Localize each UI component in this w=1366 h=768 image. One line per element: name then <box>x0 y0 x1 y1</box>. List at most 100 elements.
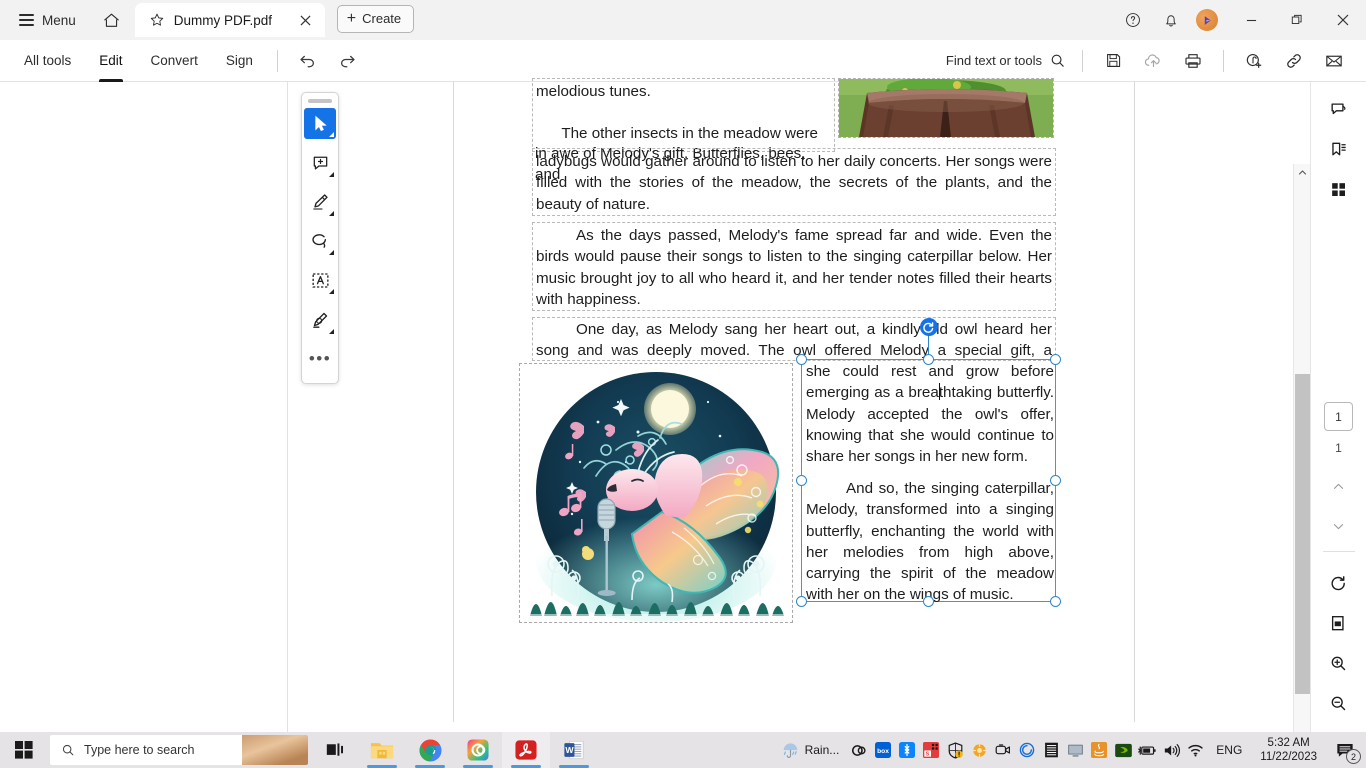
tool-dropdown-corner[interactable] <box>329 132 334 138</box>
resize-handle-middle-right[interactable] <box>1050 474 1061 486</box>
tray-snagit[interactable]: S <box>919 732 943 768</box>
lasso-tool-button[interactable] <box>304 226 336 257</box>
restore-button[interactable] <box>1274 0 1320 40</box>
tray-wifi[interactable] <box>1183 732 1207 768</box>
rotate-page-button[interactable] <box>1322 566 1356 600</box>
scrollbar-thumb[interactable] <box>1295 374 1310 694</box>
tray-cortana[interactable] <box>1015 732 1039 768</box>
taskbar-search-placeholder: Type here to search <box>84 743 195 757</box>
text-block-2[interactable]: ladybugs would gather around to listen t… <box>532 148 1056 216</box>
taskbar-app-acrobat[interactable] <box>502 732 550 768</box>
page-number-input[interactable]: 1 <box>1324 402 1353 431</box>
tray-nvidia[interactable] <box>1111 732 1135 768</box>
tray-bluetooth[interactable] <box>895 732 919 768</box>
draw-tool-button[interactable] <box>304 304 336 335</box>
save-button[interactable] <box>1097 45 1129 77</box>
tool-dropdown-corner-2[interactable] <box>329 171 334 177</box>
page-total-label: 1 <box>1335 441 1342 455</box>
minimize-button[interactable] <box>1228 0 1274 40</box>
resize-handle-bottom-left[interactable] <box>796 596 807 607</box>
star-icon[interactable] <box>149 12 165 28</box>
tab-close-button[interactable] <box>295 9 317 31</box>
avatar[interactable] <box>1196 9 1218 31</box>
email-button[interactable] <box>1318 45 1350 77</box>
close-window-button[interactable] <box>1320 0 1366 40</box>
tray-creative-cloud[interactable] <box>847 732 871 768</box>
resize-handle-middle-left[interactable] <box>796 474 807 486</box>
select-tool-button[interactable] <box>304 107 336 140</box>
tool-palette[interactable]: ••• <box>301 92 339 384</box>
more-tools-button[interactable]: ••• <box>304 344 336 375</box>
create-button[interactable]: + Create <box>336 4 415 33</box>
selected-text-box[interactable]: she could rest and grow before emerging … <box>796 318 1061 607</box>
resize-handle-top-left[interactable] <box>796 354 807 365</box>
tool-dropdown-corner-6[interactable] <box>329 328 334 334</box>
text-block-4[interactable]: One day, as Melody sang her heart out, a… <box>532 317 1056 381</box>
find-search-button[interactable]: Find text or tools <box>940 48 1072 73</box>
help-button[interactable] <box>1117 4 1149 36</box>
tray-orange-dot[interactable] <box>967 732 991 768</box>
notifications-button[interactable] <box>1155 4 1187 36</box>
previous-page-button[interactable] <box>1322 469 1356 503</box>
tray-volume[interactable] <box>1159 732 1183 768</box>
fit-page-button[interactable] <box>1322 606 1356 640</box>
page-thumbnails-button[interactable] <box>1322 172 1356 206</box>
next-page-button[interactable] <box>1322 509 1356 543</box>
taskbar-app-word[interactable]: W <box>550 732 598 768</box>
resize-handle-top-center[interactable] <box>922 354 934 365</box>
tray-display[interactable] <box>1063 732 1087 768</box>
tray-java[interactable] <box>1087 732 1111 768</box>
taskbar-search-box[interactable]: Type here to search <box>50 735 308 765</box>
undo-button[interactable] <box>292 45 324 77</box>
redo-button[interactable] <box>332 45 364 77</box>
menu-button[interactable]: Menu <box>10 8 85 33</box>
notification-center-button[interactable]: 2 <box>1326 732 1364 768</box>
scroll-up-button[interactable] <box>1294 164 1311 181</box>
bookmark-panel-button[interactable] <box>1322 132 1356 166</box>
resize-handle-bottom-right[interactable] <box>1050 596 1061 607</box>
tab-edit[interactable]: Edit <box>85 40 136 82</box>
tool-dropdown-corner-4[interactable] <box>329 250 334 256</box>
taskbar-app-file-explorer[interactable] <box>358 732 406 768</box>
resize-handle-bottom-center[interactable] <box>922 596 934 607</box>
language-indicator[interactable]: ENG <box>1207 732 1251 768</box>
text-block-1[interactable]: melodious tunes. The other insects in th… <box>532 78 835 152</box>
resize-handle-top-right[interactable] <box>1050 354 1061 365</box>
tab-sign[interactable]: Sign <box>212 40 267 82</box>
home-button[interactable] <box>95 3 129 37</box>
taskbar-app-creative-cloud[interactable] <box>454 732 502 768</box>
tool-dropdown-corner-5[interactable] <box>329 289 334 295</box>
tray-box[interactable]: box <box>871 732 895 768</box>
butterfly-image[interactable] <box>519 363 793 623</box>
taskbar-app-chrome[interactable] <box>406 732 454 768</box>
palette-drag-grip[interactable] <box>308 99 332 103</box>
start-button[interactable] <box>0 732 48 768</box>
comment-tool-button[interactable] <box>304 147 336 178</box>
edit-label: Edit <box>99 53 123 68</box>
tab-all-tools[interactable]: All tools <box>10 40 85 82</box>
tray-security[interactable] <box>943 732 967 768</box>
comment-panel-button[interactable] <box>1322 92 1356 126</box>
tray-list[interactable] <box>1039 732 1063 768</box>
tab-convert[interactable]: Convert <box>137 40 212 82</box>
cloud-upload-button[interactable] <box>1137 45 1169 77</box>
weather-widget[interactable]: Rain... <box>773 732 848 768</box>
edit-text-tool-button[interactable] <box>304 265 336 296</box>
document-tab[interactable]: Dummy PDF.pdf <box>134 3 325 37</box>
tool-dropdown-corner-3[interactable] <box>329 210 334 216</box>
task-view-button[interactable] <box>312 732 358 768</box>
tray-battery[interactable] <box>1135 732 1159 768</box>
link-button[interactable] <box>1278 45 1310 77</box>
highlight-tool-button[interactable] <box>304 187 336 218</box>
zoom-out-button[interactable] <box>1322 686 1356 720</box>
add-stamp-button[interactable] <box>1238 45 1270 77</box>
caterpillar-image[interactable] <box>838 78 1054 138</box>
clock[interactable]: 5:32 AM 11/22/2023 <box>1251 732 1326 768</box>
print-button[interactable] <box>1177 45 1209 77</box>
rotate-handle[interactable] <box>919 318 938 336</box>
tray-webcam[interactable] <box>991 732 1015 768</box>
zoom-in-button[interactable] <box>1322 646 1356 680</box>
text-block-3[interactable]: As the days passed, Melody's fame spread… <box>532 222 1056 311</box>
vertical-scrollbar[interactable] <box>1293 164 1311 768</box>
print-icon <box>1185 53 1201 68</box>
